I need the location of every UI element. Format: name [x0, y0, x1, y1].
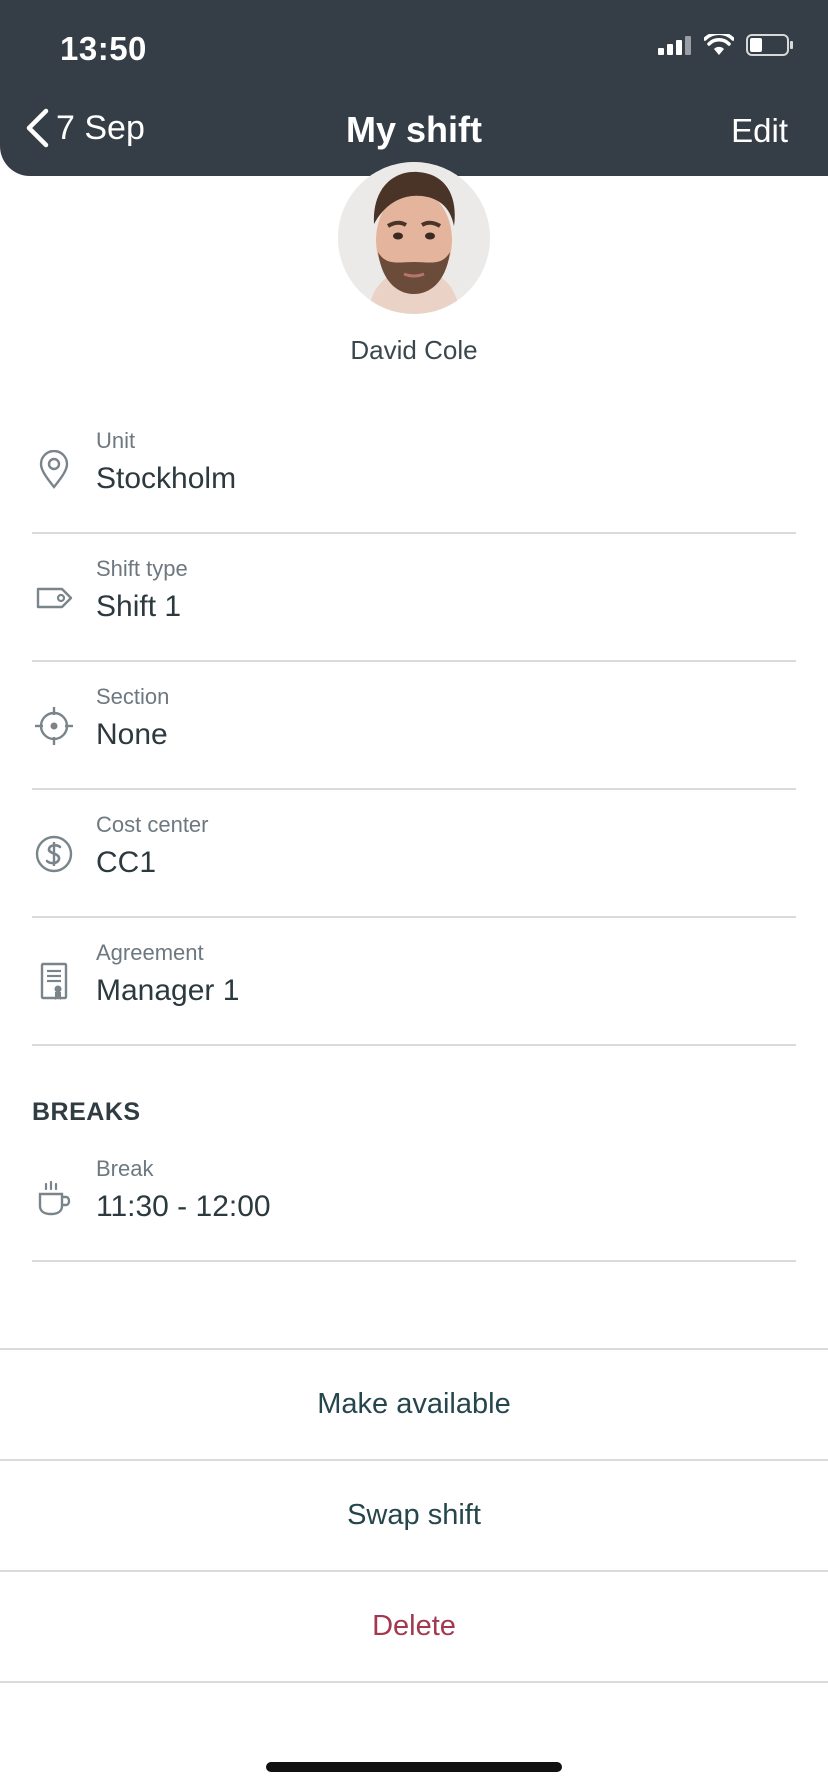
status-time: 13:50: [60, 30, 147, 67]
location-pin-icon: [39, 450, 69, 489]
status-icons: [658, 34, 794, 56]
action-list: Make available Swap shift Delete: [0, 1348, 828, 1683]
avatar: [338, 162, 490, 314]
header: 13:50 7 Sep My shift Edit: [0, 0, 828, 176]
detail-row-cost-center: Cost center CC1: [32, 790, 796, 918]
detail-label: Unit: [96, 428, 136, 453]
coffee-cup-icon: [38, 1180, 71, 1216]
breaks-heading: BREAKS: [32, 1098, 141, 1126]
detail-value: None: [96, 718, 168, 751]
detail-row-shift-type: Shift type Shift 1: [32, 534, 796, 662]
detail-label: Agreement: [96, 940, 204, 965]
detail-value: Manager 1: [96, 974, 240, 1007]
detail-label: Section: [96, 684, 170, 709]
break-time: 11:30 - 12:00: [96, 1190, 271, 1223]
tag-icon: [36, 587, 73, 609]
detail-value: Stockholm: [96, 462, 237, 495]
detail-row-agreement: Agreement Manager 1: [32, 918, 796, 1046]
crosshair-icon: [35, 707, 73, 745]
edit-button[interactable]: Edit: [731, 112, 788, 150]
detail-row-unit: Unit Stockholm: [32, 406, 796, 534]
dollar-icon: [35, 835, 73, 873]
wifi-icon: [704, 34, 734, 55]
certificate-icon: [40, 962, 68, 1000]
home-indicator[interactable]: [266, 1762, 562, 1772]
page-title: My shift: [345, 109, 482, 150]
detail-value: Shift 1: [96, 590, 182, 623]
detail-label: Cost center: [96, 812, 209, 837]
signal-icon: [658, 36, 691, 55]
swap-shift-button[interactable]: Swap shift: [0, 1461, 828, 1572]
detail-label: Shift type: [96, 556, 188, 581]
battery-icon: [746, 34, 793, 56]
break-row: Break 11:30 - 12:00: [32, 1134, 796, 1262]
shift-detail-screen: 13:50 7 Sep My shift Edit David Cole Uni…: [0, 0, 828, 1792]
break-label: Break: [96, 1156, 154, 1181]
delete-button[interactable]: Delete: [0, 1572, 828, 1683]
avatar-photo: [338, 162, 490, 314]
detail-value: CC1: [96, 846, 157, 879]
profile-name: David Cole: [350, 335, 478, 365]
make-available-button[interactable]: Make available: [0, 1350, 828, 1461]
detail-row-section: Section None: [32, 662, 796, 790]
